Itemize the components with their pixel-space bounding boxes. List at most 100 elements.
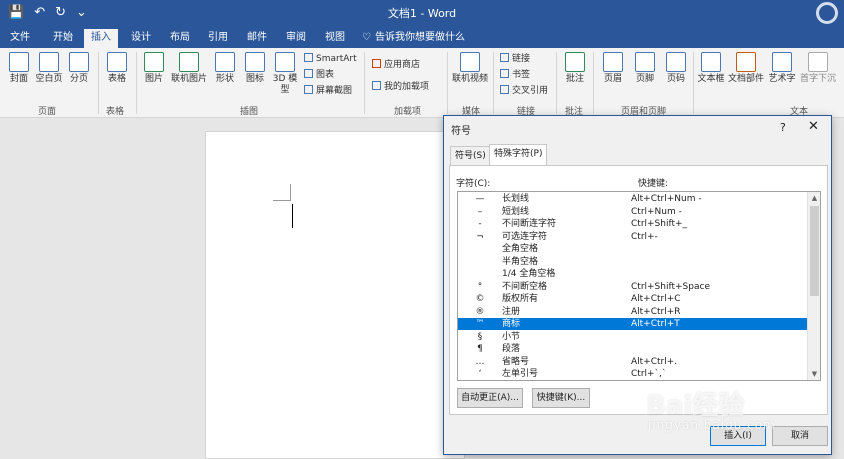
textbox-button[interactable]: 文本框 xyxy=(697,52,725,85)
dropcap-button[interactable]: 首字下沉 xyxy=(798,52,838,85)
list-item[interactable]: … 省略号 Alt+Ctrl+. xyxy=(458,356,808,368)
online-picture-icon xyxy=(179,52,199,72)
help-icon[interactable]: ? xyxy=(780,121,786,134)
tab-home[interactable]: 开始 xyxy=(50,29,76,48)
margin-mark xyxy=(290,184,291,201)
ribbon: 封面 空白页 分页 页面 表格 表格 图片 联机图片 形状 图标 3D 模型 S… xyxy=(0,48,844,118)
chart-button[interactable]: 图表 xyxy=(304,69,334,81)
header-icon xyxy=(603,52,623,72)
comment-button[interactable]: 批注 xyxy=(562,52,588,85)
tab-review[interactable]: 审阅 xyxy=(283,29,309,48)
scroll-down-icon[interactable]: ▼ xyxy=(808,368,820,380)
list-item[interactable]: ¬ 可选连字符 Ctrl+- xyxy=(458,231,808,243)
autocorrect-button[interactable]: 自动更正(A)... xyxy=(457,388,523,408)
tab-design[interactable]: 设计 xyxy=(128,29,154,48)
bookmark-button[interactable]: 书签 xyxy=(500,69,530,81)
picture-icon xyxy=(144,52,164,72)
picture-button[interactable]: 图片 xyxy=(141,52,167,85)
screenshot-button[interactable]: 屏幕截图 xyxy=(304,85,352,97)
list-item-selected[interactable]: ™ 商标 Alt+Ctrl+T xyxy=(458,318,808,330)
page-number-button[interactable]: 页码 xyxy=(663,52,689,85)
comment-icon xyxy=(565,52,585,72)
special-characters-panel: 字符(C): 快捷键: — 长划线 Alt+Ctrl+Num - – 短划线 Ctrl+… xyxy=(449,165,828,415)
document-page[interactable] xyxy=(205,131,465,459)
ribbon-divider xyxy=(364,52,365,114)
text-cursor xyxy=(292,204,293,228)
addins-icon xyxy=(372,81,381,90)
tab-file[interactable]: 文件 xyxy=(8,29,32,48)
scroll-up-icon[interactable]: ▲ xyxy=(808,192,820,204)
shapes-button[interactable]: 形状 xyxy=(212,52,238,85)
list-item[interactable]: ‘左单引号 Ctrl+`,` xyxy=(458,368,808,380)
cross-reference-button[interactable]: 交叉引用 xyxy=(500,85,548,97)
smartart-icon xyxy=(304,53,313,62)
store-button[interactable]: 应用商店 xyxy=(372,59,420,71)
account-icon[interactable] xyxy=(816,2,838,24)
footer-button[interactable]: 页脚 xyxy=(632,52,658,85)
list-item[interactable]: 全角空格 xyxy=(458,243,808,255)
tab-mailings[interactable]: 邮件 xyxy=(244,29,270,48)
tab-insert[interactable]: 插入 xyxy=(84,29,118,48)
list-item[interactable]: – 短划线 Ctrl+Num - xyxy=(458,206,808,218)
chart-icon xyxy=(304,69,313,78)
page-break-icon xyxy=(69,52,89,72)
page-number-icon xyxy=(666,52,686,72)
online-picture-button[interactable]: 联机图片 xyxy=(170,52,208,85)
tab-references[interactable]: 引用 xyxy=(205,29,231,48)
table-icon xyxy=(107,52,127,72)
icons-button[interactable]: 图标 xyxy=(242,52,268,85)
close-icon[interactable]: ✕ xyxy=(808,119,819,134)
list-item[interactable]: ® 注册 Alt+Ctrl+R xyxy=(458,306,808,318)
cancel-button[interactable]: 取消 xyxy=(772,426,828,446)
group-illustrations-label: 插图 xyxy=(240,107,259,117)
blank-page-button[interactable]: 空白页 xyxy=(34,52,64,85)
screenshot-icon xyxy=(304,85,313,94)
cross-reference-icon xyxy=(500,85,509,94)
list-item[interactable]: § 小节 xyxy=(458,331,808,343)
watermark-logo: Bai经验 xyxy=(646,391,745,421)
ribbon-divider xyxy=(556,52,557,114)
online-video-button[interactable]: 联机视频 xyxy=(451,52,489,85)
quick-parts-button[interactable]: 文档部件 xyxy=(727,52,765,85)
bookmark-icon xyxy=(500,69,509,78)
dialog-title: 符号 xyxy=(451,126,471,137)
cover-page-button[interactable]: 封面 xyxy=(6,52,32,85)
ribbon-divider xyxy=(593,52,594,114)
tab-symbols[interactable]: 符号(S) xyxy=(450,146,491,165)
group-addins-label: 加载项 xyxy=(394,107,422,117)
wordart-icon xyxy=(772,52,792,72)
list-item[interactable]: © 版权所有 Alt+Ctrl+C xyxy=(458,293,808,305)
ribbon-tabs: 文件 开始 插入 设计 布局 引用 邮件 审阅 视图 ♡ 告诉我你想要做什么 xyxy=(0,26,844,48)
wordart-button[interactable]: 艺术字 xyxy=(767,52,797,85)
ribbon-divider xyxy=(493,52,494,114)
list-item[interactable]: — 长划线 Alt+Ctrl+Num - xyxy=(458,193,808,205)
tell-me-box[interactable]: ♡ 告诉我你想要做什么 xyxy=(362,29,465,47)
ribbon-divider xyxy=(693,52,694,114)
video-icon xyxy=(460,52,480,72)
store-icon xyxy=(372,59,381,68)
table-button[interactable]: 表格 xyxy=(104,52,130,85)
my-addins-button[interactable]: 我的加载项 xyxy=(372,81,429,93)
watermark-url: jingyan.baidu.com xyxy=(648,418,776,432)
list-item[interactable]: - 不间断连字符 Ctrl+Shift+_ xyxy=(458,218,808,230)
tab-special-characters[interactable]: 特殊字符(P) xyxy=(489,144,548,166)
tab-layout[interactable]: 布局 xyxy=(167,29,193,48)
list-item[interactable]: 1/4 全角空格 xyxy=(458,268,808,280)
shortcut-key-button[interactable]: 快捷键(K)... xyxy=(532,388,590,408)
cube-icon xyxy=(275,52,295,72)
smartart-button[interactable]: SmartArt xyxy=(304,53,357,65)
link-icon xyxy=(500,53,509,62)
tab-view[interactable]: 视图 xyxy=(322,29,348,48)
3d-model-button[interactable]: 3D 模型 xyxy=(272,52,298,96)
list-item[interactable]: ¶ 段落 xyxy=(458,343,808,355)
header-button[interactable]: 页眉 xyxy=(600,52,626,85)
list-item[interactable]: ° 不间断空格 Ctrl+Shift+Space xyxy=(458,281,808,293)
special-characters-list[interactable]: — 长划线 Alt+Ctrl+Num - – 短划线 Ctrl+Num - - 不间断连字… xyxy=(457,191,821,381)
scroll-thumb[interactable] xyxy=(810,206,819,296)
list-scrollbar[interactable]: ▲ ▼ xyxy=(807,192,820,380)
page-break-button[interactable]: 分页 xyxy=(66,52,92,85)
quick-parts-icon xyxy=(736,52,756,72)
textbox-icon xyxy=(701,52,721,72)
link-button[interactable]: 链接 xyxy=(500,53,530,65)
list-item[interactable]: 半角空格 xyxy=(458,256,808,268)
